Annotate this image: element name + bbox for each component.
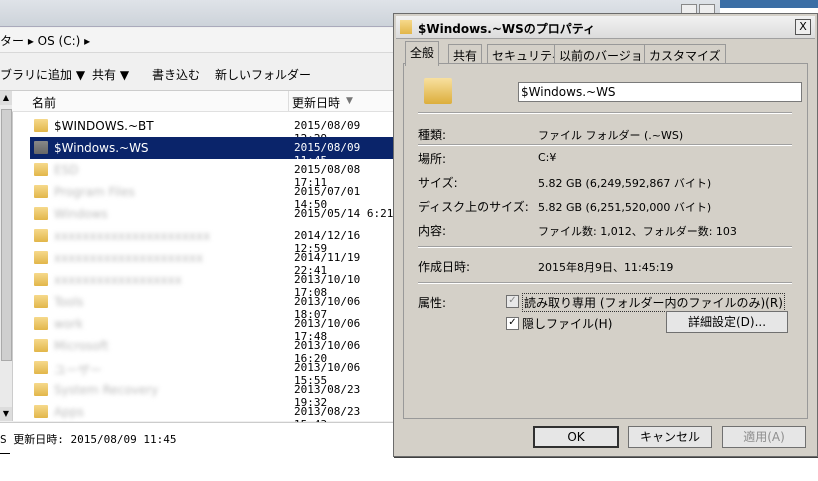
type-value: ファイル フォルダー (.~WS) [538,129,684,142]
add-to-library-button[interactable]: ブラリに追加 ▼ [0,66,85,83]
general-tab-panel: $Windows.~WS 種類: ファイル フォルダー (.~WS) 場所: C… [403,63,808,419]
folder-icon [34,383,48,396]
file-name: Program Files [54,185,135,199]
hidden-checkbox[interactable]: ✓ [506,317,519,330]
size-value: 5.82 GB (6,249,592,867 バイト) [538,177,712,190]
file-name: Tools [54,295,84,309]
folder-icon [34,229,48,242]
breadcrumb[interactable]: ター ▸ OS (C:) ▸ [0,32,90,49]
file-name: ユーザー [54,363,102,377]
tab-customize[interactable]: カスタマイズ [644,44,726,65]
scroll-down-arrow-icon[interactable]: ▼ [0,407,12,421]
location-label: 場所: [418,152,447,166]
folder-icon [424,78,452,104]
details-text: S 更新日時: 2015/08/09 11:45 [0,433,177,446]
file-name: Microsoft [54,339,109,353]
advanced-button[interactable]: 詳細設定(D)... [666,311,788,333]
folder-icon [34,119,48,132]
apply-button[interactable]: 適用(A) [722,426,806,448]
ok-button[interactable]: OK [533,426,619,448]
type-label: 種類: [418,128,447,142]
properties-dialog: $Windows.~WSのプロパティ X 全般 共有 セキュリティ 以前のバージ… [393,13,818,457]
file-name: $WINDOWS.~BT [54,119,154,133]
new-folder-button[interactable]: 新しいフォルダー [215,66,311,83]
list-item[interactable]: ESD 2015/08/08 17:11 [30,159,395,189]
vertical-scrollbar[interactable]: ▲ ▼ [0,91,13,421]
folder-name-input[interactable]: $Windows.~WS [518,82,802,102]
list-item[interactable]: ユーザー 2013/10/06 15:55 [30,357,395,387]
file-name: xxxxxxxxxxxxxxxxxxxxxx [54,229,211,243]
sort-arrow-icon: ▼ [346,96,353,106]
disk-size-value: 5.82 GB (6,251,520,000 バイト) [538,201,712,214]
folder-icon [34,163,48,176]
list-item-selected[interactable]: $Windows.~WS 2015/08/09 11:45 [30,137,395,167]
file-list: ▲ ▼ 名前 更新日時 ▼ $WINDOWS.~BT 2015/08/09 12… [0,90,395,431]
folder-icon [34,141,48,154]
readonly-checkbox[interactable]: ✓ [506,295,519,308]
list-item[interactable]: Apps 2013/08/23 15:43 [30,401,395,431]
file-name: Windows [54,207,108,221]
tab-general[interactable]: 全般 [405,41,440,66]
file-date: 2015/05/14 6:21 [294,207,394,220]
hidden-label[interactable]: 隠しファイル(H) [522,315,612,332]
file-name: Apps [54,405,84,419]
tab-sharing[interactable]: 共有 [448,44,483,65]
list-item[interactable]: $WINDOWS.~BT 2015/08/09 12:29 [30,115,395,145]
folder-icon [34,317,48,330]
close-icon[interactable]: X [795,19,811,35]
created-label: 作成日時: [418,260,471,274]
list-item[interactable]: Windows 2015/05/14 6:21 [30,203,395,225]
attributes-label: 属性: [418,296,447,310]
share-button[interactable]: 共有 ▼ [92,66,129,83]
readonly-label[interactable]: 読み取り専用 (フォルダー内のファイルのみ)(R) [522,293,785,312]
created-value: 2015年8月9日、11:45:19 [538,261,674,274]
list-item[interactable]: Microsoft 2013/10/06 16:20 [30,335,395,365]
contents-value: ファイル数: 1,012、フォルダー数: 103 [538,225,737,238]
column-header: 名前 更新日時 ▼ [12,91,395,112]
location-value: C:¥ [538,151,557,164]
folder-icon [34,251,48,264]
folder-icon [400,20,412,34]
scroll-up-arrow-icon[interactable]: ▲ [0,91,12,105]
cancel-button[interactable]: キャンセル [628,426,712,448]
dialog-title-bar[interactable]: $Windows.~WSのプロパティ X [396,16,815,39]
file-name: $Windows.~WS [54,141,149,155]
column-name-header[interactable]: 名前 [32,94,56,111]
list-item[interactable]: xxxxxxxxxxxxxxxxxx 2013/10/10 17:08 [30,269,395,299]
column-date-header[interactable]: 更新日時 [292,94,340,111]
contents-label: 内容: [418,224,447,238]
folder-icon [34,273,48,286]
burn-button[interactable]: 書き込む [152,66,200,83]
folder-icon [34,361,48,374]
list-item[interactable]: Tools 2013/10/06 18:07 [30,291,395,321]
disk-size-label: ディスク上のサイズ: [418,200,529,214]
folder-icon [34,295,48,308]
list-item[interactable]: Program Files 2015/07/01 14:50 [30,181,395,211]
list-item[interactable]: work 2013/10/06 17:48 [30,313,395,343]
file-name: xxxxxxxxxxxxxxxxxxxxx [54,251,204,265]
folder-icon [34,405,48,418]
list-item[interactable]: xxxxxxxxxxxxxxxxxxxxx 2014/11/19 22:41 [30,247,395,277]
file-name: work [54,317,84,331]
size-label: サイズ: [418,176,458,190]
list-item[interactable]: System Recovery 2013/08/23 19:32 [30,379,395,409]
list-item[interactable]: xxxxxxxxxxxxxxxxxxxxxx 2014/12/16 12:59 [30,225,395,255]
folder-icon [34,185,48,198]
file-name: xxxxxxxxxxxxxxxxxx [54,273,182,287]
file-name: System Recovery [54,383,159,397]
file-name: ESD [54,163,79,177]
folder-icon [34,207,48,220]
dialog-title: $Windows.~WSのプロパティ [418,22,596,36]
folder-icon [34,339,48,352]
scrollbar-thumb[interactable] [1,109,12,361]
